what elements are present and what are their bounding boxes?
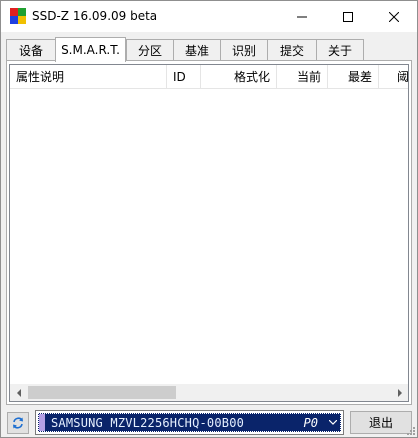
drive-name: SAMSUNG MZVL2256HCHQ-00B00 bbox=[51, 416, 245, 430]
drive-dropdown-button[interactable] bbox=[325, 411, 341, 434]
refresh-button[interactable] bbox=[7, 412, 29, 434]
tab-partitions[interactable]: 分区 bbox=[126, 39, 174, 61]
drive-selected-item: SAMSUNG MZVL2256HCHQ-00B00 P0 bbox=[38, 413, 341, 432]
resize-grip-icon[interactable] bbox=[405, 425, 415, 435]
horizontal-scrollbar[interactable] bbox=[10, 384, 408, 401]
minimize-button[interactable] bbox=[279, 1, 325, 32]
scroll-right-button[interactable] bbox=[391, 384, 408, 401]
tab-device[interactable]: 设备 bbox=[6, 39, 56, 61]
title-bar: SSD-Z 16.09.09 beta bbox=[1, 1, 417, 32]
close-button[interactable] bbox=[371, 1, 417, 32]
tab-benchmark[interactable]: 基准 bbox=[173, 39, 221, 61]
tab-about[interactable]: 关于 bbox=[316, 39, 364, 61]
refresh-icon bbox=[13, 417, 23, 429]
minimize-icon bbox=[297, 16, 307, 17]
maximize-button[interactable] bbox=[325, 1, 371, 32]
maximize-icon bbox=[343, 11, 353, 22]
window-title: SSD-Z 16.09.09 beta bbox=[32, 9, 158, 23]
tab-strip: 设备 S.M.A.R.T. 分区 基准 识别 提交 关于 bbox=[6, 37, 412, 62]
scrollbar-thumb[interactable] bbox=[28, 386, 176, 399]
column-id[interactable]: ID bbox=[167, 65, 201, 89]
column-attribute[interactable]: 属性说明 bbox=[10, 65, 167, 89]
drive-color-stripe bbox=[39, 414, 45, 431]
app-window: SSD-Z 16.09.09 beta 设备 S.M.A.R.T. 分区 基准 … bbox=[0, 0, 418, 438]
column-formatted[interactable]: 格式化 bbox=[201, 65, 277, 89]
app-logo-icon bbox=[10, 8, 26, 24]
tab-smart[interactable]: S.M.A.R.T. bbox=[55, 37, 126, 62]
tab-submit[interactable]: 提交 bbox=[267, 39, 317, 61]
tab-identify[interactable]: 识别 bbox=[220, 39, 268, 61]
smart-list[interactable]: 属性说明 ID 格式化 当前 最差 阈 bbox=[9, 64, 409, 402]
chevron-down-icon bbox=[329, 420, 337, 425]
drive-selector[interactable]: SAMSUNG MZVL2256HCHQ-00B00 P0 bbox=[35, 410, 344, 435]
close-icon bbox=[389, 11, 399, 22]
column-threshold[interactable]: 阈 bbox=[379, 65, 408, 89]
chevron-right-icon bbox=[397, 388, 402, 397]
smart-list-header: 属性说明 ID 格式化 当前 最差 阈 bbox=[10, 65, 408, 89]
exit-button[interactable]: 退出 bbox=[350, 411, 412, 434]
drive-tag: P0 bbox=[303, 416, 318, 430]
column-worst[interactable]: 最差 bbox=[328, 65, 379, 89]
column-current[interactable]: 当前 bbox=[277, 65, 328, 89]
scroll-left-button[interactable] bbox=[10, 384, 27, 401]
chevron-left-icon bbox=[16, 388, 21, 397]
